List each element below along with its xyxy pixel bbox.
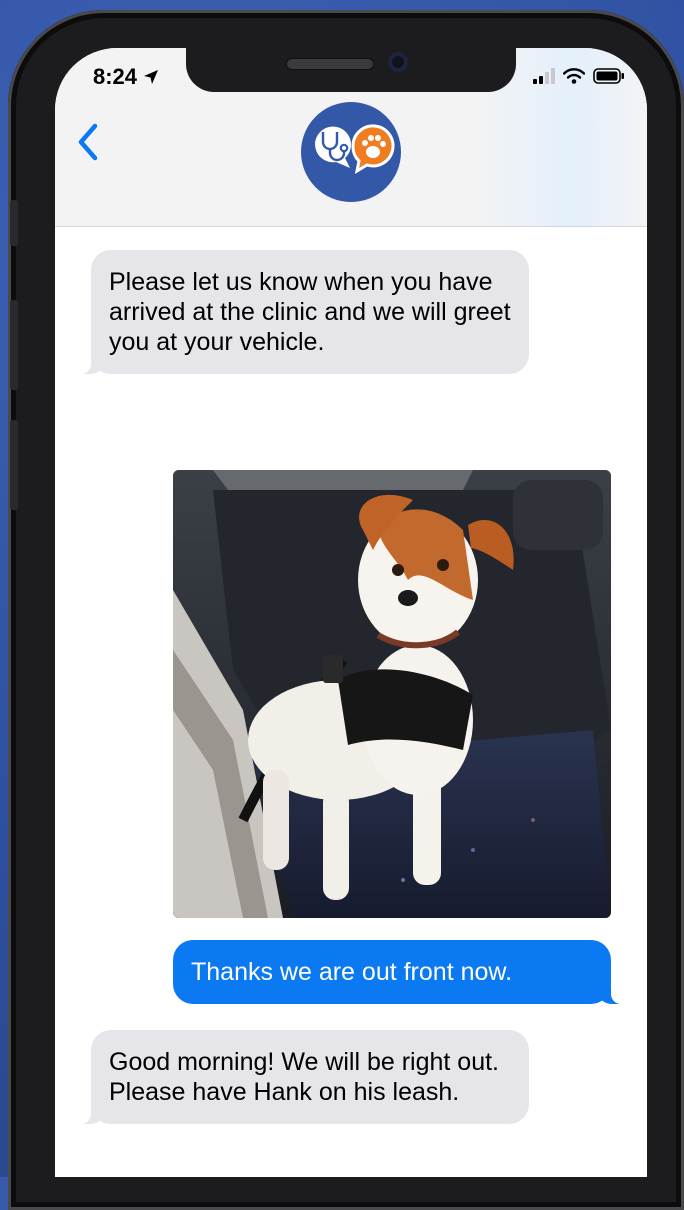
message-thread: Please let us know when you have arrived… [55, 226, 647, 1177]
screen: 8:24 Please let us know when you have ar… [55, 48, 647, 1177]
wifi-icon [563, 68, 585, 84]
clock: 8:24 [93, 64, 138, 89]
chevron-left-icon [78, 123, 98, 161]
status-bar-time: 8:24 [93, 64, 159, 90]
battery-icon [593, 68, 624, 84]
status-bar-icons [533, 68, 625, 84]
contact-avatar[interactable] [301, 102, 401, 202]
back-button[interactable] [73, 122, 103, 162]
message-text: Good morning! We will be right out. Plea… [109, 1048, 500, 1106]
message-bubble-incoming[interactable]: Please let us know when you have arrived… [75, 250, 529, 374]
front-camera [388, 52, 408, 72]
dog-in-car-seat-photo [173, 470, 611, 918]
location-arrow-icon [144, 70, 159, 84]
message-bubble-incoming[interactable]: Good morning! We will be right out. Plea… [75, 1030, 529, 1124]
message-photo-attachment[interactable] [173, 470, 611, 918]
camera-notch [186, 48, 516, 92]
earpiece-speaker [286, 58, 374, 70]
message-text: Thanks we are out front now. [191, 958, 513, 986]
message-bubble-outgoing[interactable]: Thanks we are out front now. [173, 940, 627, 1004]
volume-down-button [10, 420, 18, 510]
message-text: Please let us know when you have arrived… [109, 268, 511, 356]
stethoscope-paw-icon [314, 124, 395, 175]
volume-up-button [10, 300, 18, 390]
cellular-signal-icon [533, 68, 555, 84]
mute-switch [10, 200, 18, 246]
